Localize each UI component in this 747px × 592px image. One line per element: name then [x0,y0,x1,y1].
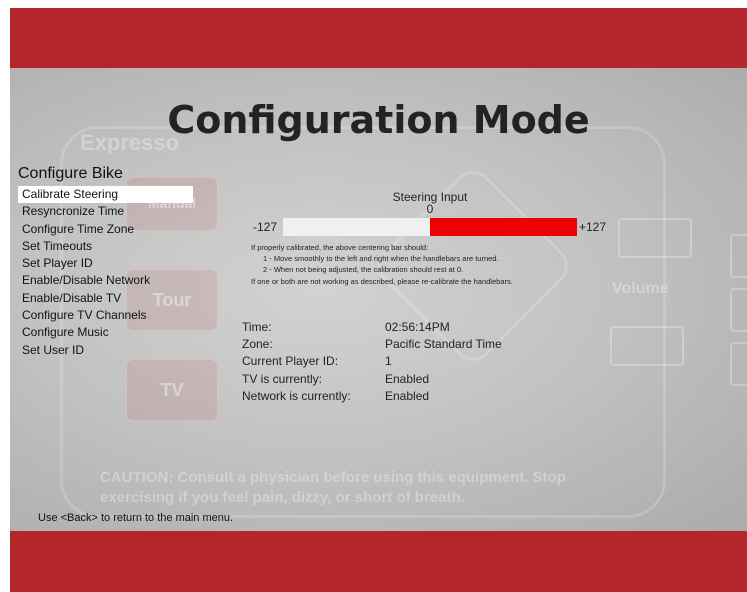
menu-item-set-player-id[interactable]: Set Player ID [18,255,193,272]
background-edge-button-2 [730,288,747,332]
background-caution-text: CAUTION: Consult a physician before usin… [100,469,566,506]
status-value: Enabled [385,371,430,386]
menu-item-enable-disable-network[interactable]: Enable/Disable Network [18,272,193,289]
status-label: Time: [242,320,272,334]
menu-item-resyncronize-time[interactable]: Resyncronize Time [18,203,193,220]
menu-item-calibrate-steering[interactable]: Calibrate Steering [18,186,193,204]
back-hint: Use <Back> to return to the main menu. [38,512,234,524]
status-value: 1 [385,354,392,369]
steering-input-value: 0 [426,202,434,216]
menu-item-enable-disable-tv[interactable]: Enable/Disable TV [18,290,193,307]
top-brand-bar [10,8,747,68]
status-label: TV is currently: [242,371,323,386]
instruction-line: 2 - When not being adjusted, the calibra… [263,265,464,275]
instruction-line: If properly calibrated, the above center… [251,243,429,252]
status-row-player-id: Current Player ID: 1 [242,353,502,370]
status-value: Pacific Standard Time [385,337,502,352]
background-right-button-2 [610,326,684,366]
config-screen: Expresso Manual Tour TV Volume CAUTION: … [10,68,747,531]
menu-item-set-timeouts[interactable]: Set Timeouts [18,238,193,255]
config-menu: Calibrate Steering Resyncronize Time Con… [18,186,193,359]
menu-item-configure-music[interactable]: Configure Music [18,324,193,341]
steering-max-label: +127 [579,220,607,234]
status-panel: Time: 02:56:14PM Zone: Pacific Standard Ti… [242,319,502,405]
instruction-line: 1 - Move smoothly to the left and right … [263,254,499,264]
bottom-brand-bar [10,531,747,592]
background-tv-button: TV [125,358,219,422]
status-value: 02:56:14PM [385,320,450,334]
instruction-line: If one or both are not working as descri… [251,276,513,286]
status-value: Enabled [385,388,430,403]
status-label: Zone: [242,337,273,352]
menu-item-configure-time-zone[interactable]: Configure Time Zone [18,221,193,238]
status-label: Network is currently: [242,388,351,403]
status-row-tv: TV is currently: Enabled [242,371,502,388]
menu-item-set-user-id[interactable]: Set User ID [18,342,193,359]
status-row-time: Time: 02:56:14PM [242,319,502,336]
app-window: Expresso Manual Tour TV Volume CAUTION: … [10,8,747,592]
steering-min-label: -127 [253,220,278,234]
status-row-zone: Zone: Pacific Standard Time [242,336,502,353]
menu-item-configure-tv-channels[interactable]: Configure TV Channels [18,307,193,324]
page-title: Configuration Mode [167,98,590,142]
status-label: Current Player ID: [242,354,339,369]
calibration-instructions: If properly calibrated, the above center… [251,242,691,287]
steering-bar-track [283,218,577,236]
background-edge-button-3 [730,342,747,386]
status-row-network: Network is currently: Enabled [242,388,502,405]
background-edge-button-1 [730,234,747,278]
steering-bar-fill [430,218,577,236]
section-title: Configure Bike [18,165,123,182]
